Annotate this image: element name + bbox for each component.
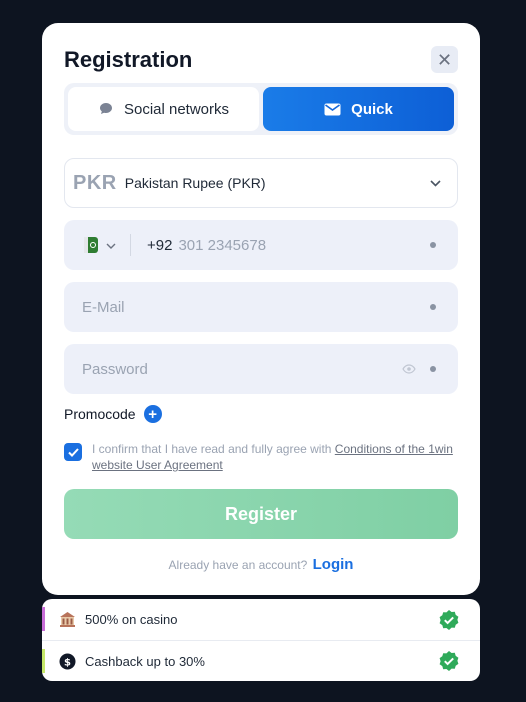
tab-quick[interactable]: Quick xyxy=(263,87,454,131)
login-link[interactable]: Login xyxy=(313,556,354,573)
modal-title: Registration xyxy=(64,47,193,72)
chat-icon xyxy=(99,103,112,114)
agreement-text: I confirm that I have read and fully agr… xyxy=(92,441,458,473)
email-input[interactable]: E-Mail xyxy=(82,299,430,316)
bonus-text: Cashback up to 30% xyxy=(85,653,205,669)
login-prompt: Already have an account? xyxy=(168,558,308,572)
phone-country-code: +92 xyxy=(147,236,173,254)
add-promocode-icon[interactable]: + xyxy=(143,405,162,423)
phone-separator xyxy=(130,234,131,256)
required-dot-icon xyxy=(430,366,436,372)
password-field[interactable]: Password xyxy=(64,344,458,394)
svg-text:$: $ xyxy=(64,657,71,668)
eye-icon[interactable] xyxy=(402,362,416,377)
currency-select[interactable]: PKR Pakistan Rupee (PKR) xyxy=(64,158,458,208)
accent-bar xyxy=(42,649,45,673)
required-dot-icon xyxy=(430,242,436,248)
tab-social-label: Social networks xyxy=(123,100,230,118)
country-chevron-down-icon[interactable] xyxy=(106,236,116,254)
cashback-icon: $ xyxy=(58,652,76,670)
bonus-text: 500% on casino xyxy=(85,612,178,627)
password-input[interactable]: Password xyxy=(82,361,402,378)
currency-name: Pakistan Rupee (PKR) xyxy=(124,175,266,191)
login-prompt-row: Already have an account? Login xyxy=(42,556,480,573)
envelope-icon xyxy=(324,103,341,115)
verified-badge-icon xyxy=(439,651,459,671)
bonus-item: 500% on casino xyxy=(42,599,480,640)
bonus-item: $ Cashback up to 30% xyxy=(42,640,480,681)
casino-icon xyxy=(58,611,76,629)
bonus-panel: 500% on casino $ Cashback up to 30% xyxy=(42,599,480,681)
required-dot-icon xyxy=(430,304,436,310)
close-button[interactable]: ✕ xyxy=(431,46,458,73)
tab-quick-label: Quick xyxy=(351,100,393,118)
phone-field[interactable]: +92 301 2345678 xyxy=(64,220,458,270)
agreement-checkbox[interactable] xyxy=(64,443,82,461)
promocode-label: Promocode xyxy=(64,406,136,422)
tab-social-networks[interactable]: Social networks xyxy=(68,87,259,131)
registration-modal: Registration ✕ Social networks Quick PKR… xyxy=(42,23,480,595)
close-icon: ✕ xyxy=(436,49,453,70)
phone-input[interactable]: 301 2345678 xyxy=(178,237,430,254)
register-button[interactable]: Register xyxy=(64,489,458,539)
currency-code: PKR xyxy=(73,171,117,194)
promocode-row[interactable]: Promocode + xyxy=(64,405,162,423)
verified-badge-icon xyxy=(439,609,459,630)
agreement-text-plain: I confirm that I have read and fully agr… xyxy=(92,442,335,456)
pakistan-flag-icon[interactable] xyxy=(84,237,98,253)
agreement-row: I confirm that I have read and fully agr… xyxy=(64,441,458,473)
accent-bar xyxy=(42,607,45,631)
email-field[interactable]: E-Mail xyxy=(64,282,458,332)
chevron-down-icon xyxy=(430,176,441,190)
registration-tabs: Social networks Quick xyxy=(64,83,458,135)
